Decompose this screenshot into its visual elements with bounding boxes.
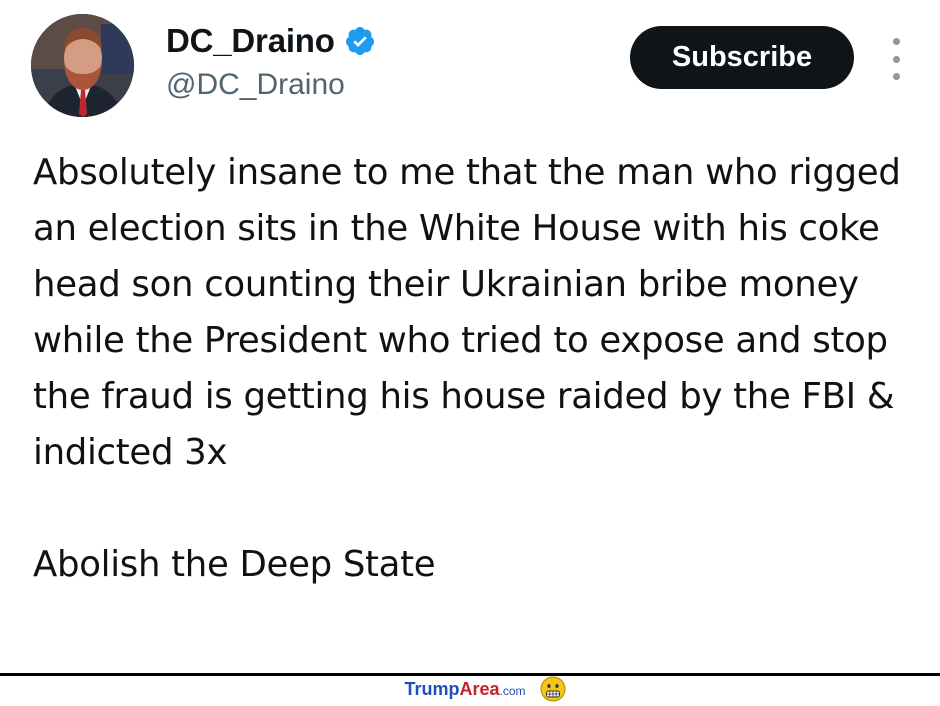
tweet-paragraph: Abolish the Deep State: [33, 544, 436, 585]
watermark-text: TrumpArea.com: [404, 678, 526, 699]
tweet-text: Absolutely insane to me that the man who…: [33, 145, 928, 593]
dot: [892, 55, 900, 63]
avatar[interactable]: [31, 14, 134, 117]
watermark-bar: TrumpArea.com: [0, 676, 940, 702]
dot: [892, 38, 900, 45]
verified-badge-icon: [344, 25, 376, 57]
more-vertical-icon[interactable]: [888, 38, 904, 80]
dot: [892, 73, 900, 80]
display-name[interactable]: DC_Draino: [166, 22, 335, 60]
subscribe-button[interactable]: Subscribe: [630, 26, 854, 89]
tweet-card: DC_Draino @DC_Draino Subscribe Absolutel…: [0, 0, 940, 673]
user-handle[interactable]: @DC_Draino: [166, 68, 345, 102]
grimace-emoji-icon: [540, 676, 566, 702]
name-row: DC_Draino: [166, 22, 376, 60]
watermark: TrumpArea.com: [404, 676, 566, 702]
tweet-paragraph: Absolutely insane to me that the man who…: [33, 152, 901, 473]
